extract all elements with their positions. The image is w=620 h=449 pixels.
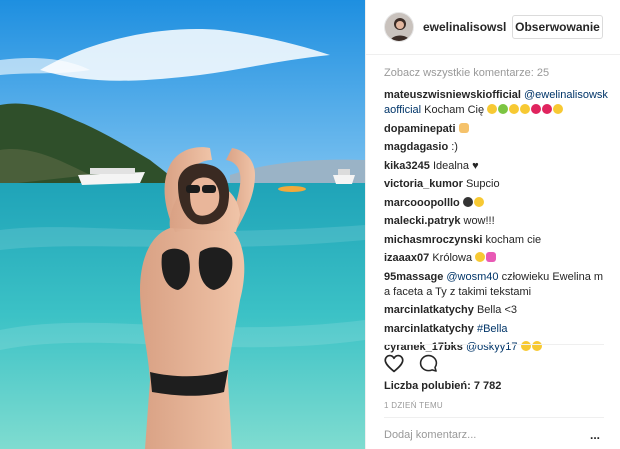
avatar-image bbox=[385, 13, 413, 41]
post-photo[interactable] bbox=[0, 0, 365, 449]
comment-username[interactable]: dopaminepati bbox=[384, 123, 456, 135]
comment: izaaax07 Królowa bbox=[384, 251, 608, 266]
likes-count[interactable]: Liczba polubień: 7 782 bbox=[384, 380, 501, 392]
divider bbox=[384, 344, 604, 345]
post-header: ewelinalisowsl Obserwowanie bbox=[366, 0, 620, 55]
add-comment-input[interactable] bbox=[384, 429, 564, 441]
heart-eyes-emoji-icon bbox=[520, 104, 531, 114]
comment-text: Bella <3 bbox=[476, 304, 518, 316]
comment: marcooopolllo bbox=[384, 196, 608, 211]
comment: cyranek_17bks @oskyy17 bbox=[384, 340, 608, 355]
post-timestamp: 1 DZIEŃ TEMU bbox=[384, 401, 444, 410]
view-all-comments-link[interactable]: Zobacz wszystkie komentarze: 25 bbox=[384, 66, 608, 80]
divider bbox=[384, 417, 604, 418]
header-username[interactable]: ewelinalisowsl bbox=[423, 20, 506, 34]
comment: mateuszwisniewskiofficial @ewelinalisows… bbox=[384, 88, 608, 118]
photo-illustration bbox=[0, 0, 365, 449]
comment-username[interactable]: kika3245 bbox=[384, 160, 430, 172]
comment-username[interactable]: 95massage bbox=[384, 271, 443, 283]
comment: 95massage @wosm40 człowieku Ewelina ma f… bbox=[384, 270, 608, 300]
comment-username[interactable]: victoria_kumor bbox=[384, 178, 463, 190]
comment-username[interactable]: marcooopolllo bbox=[384, 197, 460, 209]
speech-bubble-icon[interactable] bbox=[419, 354, 438, 376]
comment: marcinlatkatychy #Bella bbox=[384, 322, 608, 337]
comment-hashtag[interactable]: #Bella bbox=[477, 323, 508, 335]
comment-text: :) bbox=[451, 141, 458, 153]
bomb-emoji-icon bbox=[462, 196, 473, 207]
comment: michasmroczynski kocham cie bbox=[384, 233, 608, 248]
comment-text: Królowa bbox=[432, 252, 473, 264]
comment-username[interactable]: michasmroczynski bbox=[384, 234, 482, 246]
comment-text: kocham cie bbox=[485, 233, 542, 246]
comment: victoria_kumor Supcio bbox=[384, 177, 608, 192]
post-side-panel: ewelinalisowsl Obserwowanie Zobacz wszys… bbox=[365, 0, 620, 449]
comment-mention[interactable]: @oskyy17 bbox=[466, 341, 518, 353]
smirk-emoji-icon bbox=[473, 196, 484, 207]
comment-username[interactable]: marcinlatkatychy bbox=[384, 304, 474, 316]
red-heart-emoji-icon bbox=[542, 104, 553, 114]
comment: magdagasio :) bbox=[384, 140, 608, 155]
grin-emoji-icon bbox=[553, 104, 564, 114]
instagram-post: ewelinalisowsl Obserwowanie Zobacz wszys… bbox=[0, 0, 620, 449]
heart-eyes-emoji-icon bbox=[487, 104, 498, 114]
comment-username[interactable]: izaaax07 bbox=[384, 252, 429, 264]
comment: kika3245 Idealna ♥ bbox=[384, 159, 608, 174]
ellipsis-icon[interactable]: ... bbox=[590, 428, 600, 442]
avatar[interactable] bbox=[384, 12, 414, 42]
pointing-hand-emoji-icon bbox=[458, 122, 469, 133]
comment-text: Supcio bbox=[465, 178, 500, 190]
blush-emoji-icon bbox=[475, 252, 486, 262]
comment-username[interactable]: magdagasio bbox=[384, 141, 448, 153]
comment-text: Kocham Cię bbox=[424, 104, 485, 116]
pink-heart-emoji-icon bbox=[486, 252, 497, 262]
joy-emoji-icon bbox=[531, 341, 542, 351]
comment: marcinlatkatychy Bella <3 bbox=[384, 303, 608, 318]
post-actions bbox=[384, 354, 438, 376]
star-face-emoji-icon bbox=[509, 104, 520, 114]
heart-outline-icon[interactable] bbox=[384, 354, 404, 376]
comments-list: Zobacz wszystkie komentarze: 25 mateuszw… bbox=[384, 66, 608, 359]
comment: dopaminepati bbox=[384, 122, 608, 137]
comment-text: wow!!! bbox=[463, 215, 495, 227]
comment-mention[interactable]: @wosm40 bbox=[446, 271, 498, 283]
comment-text: Idealna ♥ bbox=[432, 159, 479, 172]
comment-username[interactable]: mateuszwisniewskiofficial bbox=[384, 89, 521, 101]
comment-username[interactable]: cyranek_17bks bbox=[384, 341, 463, 353]
comment: malecki.patryk wow!!! bbox=[384, 214, 608, 229]
follow-button[interactable]: Obserwowanie bbox=[512, 15, 603, 39]
joy-emoji-icon bbox=[520, 341, 531, 351]
green-hearts-emoji-icon bbox=[498, 104, 509, 114]
red-heart-emoji-icon bbox=[531, 104, 542, 114]
comment-username[interactable]: malecki.patryk bbox=[384, 215, 460, 227]
comment-username[interactable]: marcinlatkatychy bbox=[384, 323, 474, 335]
